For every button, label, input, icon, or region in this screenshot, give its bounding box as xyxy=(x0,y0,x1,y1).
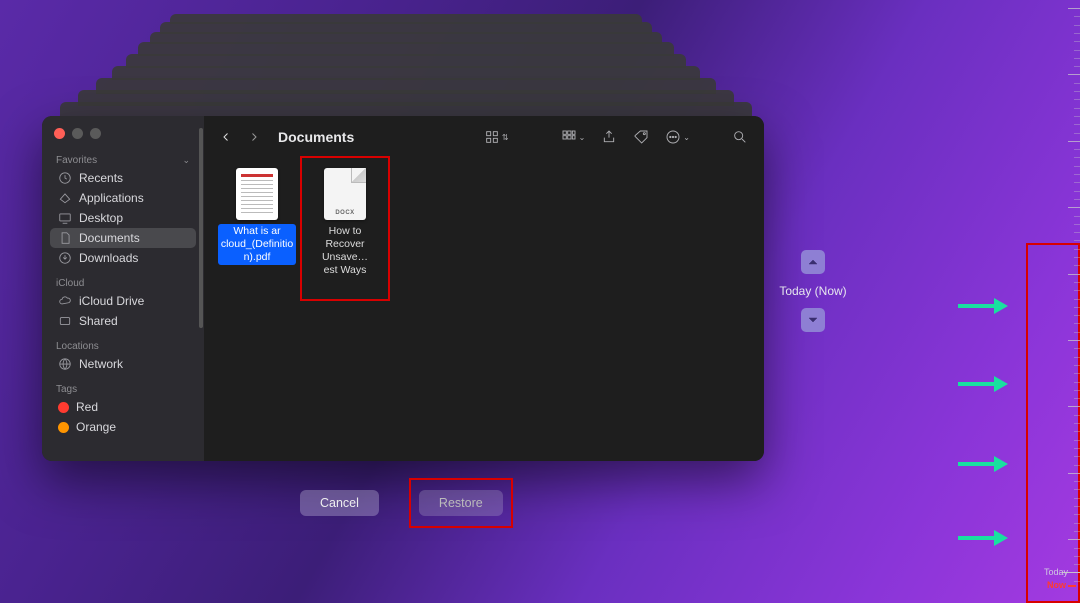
tag-dot-icon xyxy=(58,422,69,433)
time-navigation: Today (Now) xyxy=(783,250,843,332)
back-button[interactable] xyxy=(216,127,236,147)
sidebar-item-network[interactable]: Network xyxy=(50,354,196,374)
timeline-now-label: Now xyxy=(1047,580,1066,590)
sidebar-item-label: Documents xyxy=(79,231,140,245)
annotation-arrow-icon xyxy=(958,457,1010,471)
sidebar-item-applications[interactable]: Applications xyxy=(50,188,196,208)
tag-dot-icon xyxy=(58,402,69,413)
sidebar-item-label: Red xyxy=(76,400,98,414)
sidebar-section-tags: Tags xyxy=(50,380,196,397)
sidebar-section-favorites: Favorites ⌄ xyxy=(50,151,196,168)
forward-button[interactable] xyxy=(244,127,264,147)
chevron-down-icon: ⌄ xyxy=(683,133,690,142)
sidebar-item-label: Orange xyxy=(76,420,116,434)
share-button[interactable] xyxy=(597,129,621,145)
document-icon xyxy=(58,231,72,245)
sidebar-scrollbar[interactable] xyxy=(198,128,204,449)
search-button[interactable] xyxy=(728,129,752,145)
sidebar-section-icloud: iCloud xyxy=(50,274,196,291)
sidebar-item-shared[interactable]: Shared xyxy=(50,311,196,331)
sidebar-item-label: Recents xyxy=(79,171,123,185)
sidebar-item-label: Network xyxy=(79,357,123,371)
updown-icon: ⇅ xyxy=(502,133,509,142)
file-item[interactable]: What is ar cloud_(Definition).pdf xyxy=(218,168,296,265)
sidebar-item-icloud-drive[interactable]: iCloud Drive xyxy=(50,291,196,311)
sidebar-item-recents[interactable]: Recents xyxy=(50,168,196,188)
sidebar-tag-orange[interactable]: Orange xyxy=(50,417,196,437)
sidebar-item-label: Applications xyxy=(79,191,144,205)
restore-button[interactable]: Restore xyxy=(419,490,503,516)
file-name: How to Recover Unsave…est Ways xyxy=(314,224,376,279)
apps-icon xyxy=(58,191,72,205)
sidebar-tag-red[interactable]: Red xyxy=(50,397,196,417)
pdf-file-icon xyxy=(236,168,278,220)
download-icon xyxy=(58,251,72,265)
annotation-arrow-icon xyxy=(958,377,1010,391)
annotation-arrow-icon xyxy=(958,299,1010,313)
file-item[interactable]: DOCX How to Recover Unsave…est Ways xyxy=(306,162,384,295)
sidebar-item-label: Shared xyxy=(79,314,118,328)
sidebar-item-documents[interactable]: Documents xyxy=(50,228,196,248)
sidebar-item-desktop[interactable]: Desktop xyxy=(50,208,196,228)
sidebar-item-label: Downloads xyxy=(79,251,138,265)
action-bar: Cancel Restore xyxy=(300,478,513,528)
annotation-highlight-restore: Restore xyxy=(409,478,513,528)
docx-file-icon: DOCX xyxy=(324,168,366,220)
group-button[interactable]: ⌄ xyxy=(557,129,590,145)
zoom-window-icon xyxy=(90,128,101,139)
desktop-icon xyxy=(58,211,72,225)
sidebar: Favorites ⌄ Recents Applications Desktop… xyxy=(42,116,204,461)
network-icon xyxy=(58,357,72,371)
clock-icon xyxy=(58,171,72,185)
chevron-down-icon[interactable]: ⌄ xyxy=(182,155,190,166)
cancel-button[interactable]: Cancel xyxy=(300,490,379,516)
timeline-current-label: Today (Now) xyxy=(779,284,846,298)
timeline-up-button[interactable] xyxy=(801,250,825,274)
tags-button[interactable] xyxy=(629,129,653,145)
sidebar-section-locations: Locations xyxy=(50,337,196,354)
minimize-window-icon xyxy=(72,128,83,139)
window-title: Documents xyxy=(278,129,354,145)
annotation-highlight-timeline xyxy=(1026,243,1080,603)
window-controls[interactable] xyxy=(50,126,196,151)
actions-menu-button[interactable]: ⌄ xyxy=(661,129,694,145)
file-grid[interactable]: What is ar cloud_(Definition).pdf DOCX H… xyxy=(204,158,764,461)
chevron-down-icon: ⌄ xyxy=(579,133,586,142)
finder-main: Documents ⇅ ⌄ ⌄ What is ar cloud_(Defini… xyxy=(204,116,764,461)
shared-icon xyxy=(58,314,72,328)
file-name: What is ar cloud_(Definition).pdf xyxy=(218,224,296,265)
sidebar-item-downloads[interactable]: Downloads xyxy=(50,248,196,268)
timeline-ruler[interactable]: Today Now // handled below after data-bi… xyxy=(1028,0,1080,603)
sidebar-item-label: iCloud Drive xyxy=(79,294,144,308)
finder-window: Favorites ⌄ Recents Applications Desktop… xyxy=(42,116,764,461)
cloud-icon xyxy=(58,294,72,308)
timeline-today-label: Today xyxy=(1044,567,1068,577)
timeline-down-button[interactable] xyxy=(801,308,825,332)
annotation-arrow-icon xyxy=(958,531,1010,545)
view-icons-button[interactable]: ⇅ xyxy=(480,129,513,145)
toolbar: Documents ⇅ ⌄ ⌄ xyxy=(204,116,764,158)
sidebar-item-label: Desktop xyxy=(79,211,123,225)
close-window-icon[interactable] xyxy=(54,128,65,139)
